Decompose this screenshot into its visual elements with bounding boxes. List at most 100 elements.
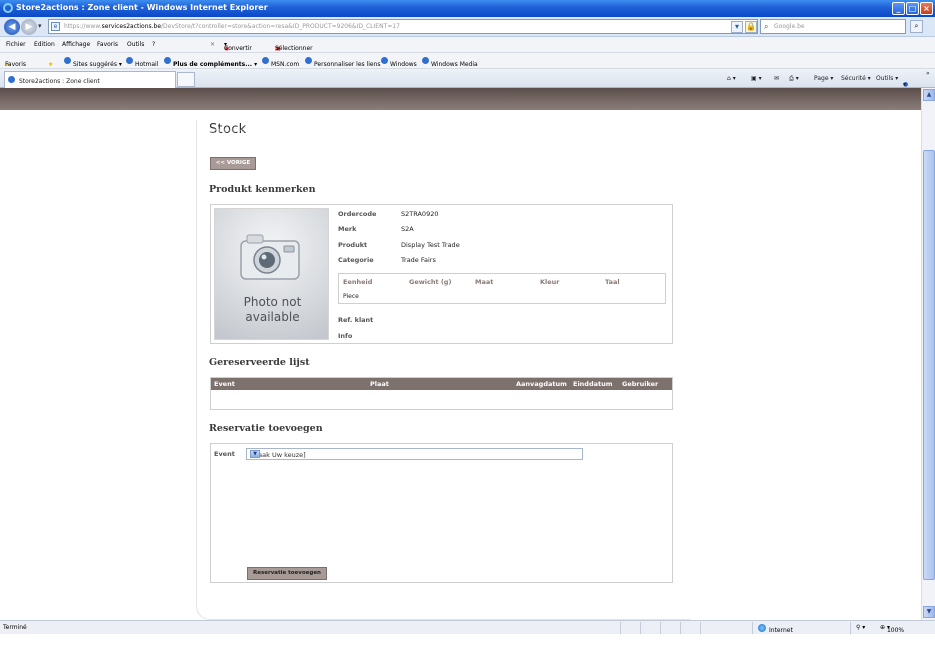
category-value: Trade Fairs bbox=[401, 256, 436, 264]
title-bar: Store2actions : Zone client - Windows In… bbox=[0, 0, 935, 17]
product-label: Produkt bbox=[338, 241, 368, 249]
menu-tools[interactable]: Outils bbox=[127, 41, 144, 48]
lock-icon[interactable]: 🔒 bbox=[745, 21, 757, 33]
tab-bar: Store2actions : Zone client ⌂ ▾ ▣ ▾ ✉ ⎙ … bbox=[0, 69, 935, 88]
address-bar: ◀ ▶ ▾ e https://www.services2actions.be/… bbox=[0, 17, 935, 37]
search-icon: ⌕ bbox=[764, 22, 769, 31]
info-label: Info bbox=[338, 332, 353, 340]
vertical-scrollbar[interactable]: ▲ ▼ bbox=[921, 88, 935, 620]
section-product-heading: Produkt kenmerken bbox=[209, 184, 316, 195]
feeds-icon[interactable]: ▣ ▾ bbox=[751, 75, 762, 82]
scroll-thumb[interactable] bbox=[923, 150, 935, 580]
photo-not-available-text: Photo not available bbox=[243, 295, 302, 324]
globe-icon bbox=[758, 624, 766, 632]
tab-label: Store2actions : Zone client bbox=[19, 78, 100, 85]
col-event: Event bbox=[214, 380, 235, 388]
toolbar-overflow-icon[interactable]: » bbox=[926, 70, 930, 77]
security-zone[interactable]: Internet bbox=[758, 624, 793, 634]
spec-header-size: Maat bbox=[475, 278, 494, 286]
menu-edit[interactable]: Edition bbox=[34, 41, 55, 48]
tools-menu[interactable]: Outils ▾ bbox=[876, 75, 898, 82]
maximize-button[interactable]: □ bbox=[906, 2, 919, 15]
below-window-area bbox=[0, 634, 935, 671]
security-menu[interactable]: Sécurité ▾ bbox=[841, 75, 871, 82]
search-input[interactable]: ⌕ Google.be bbox=[760, 19, 906, 34]
url-dropdown-icon[interactable]: ▾ bbox=[731, 21, 743, 33]
col-plaat: Plaat bbox=[370, 380, 389, 388]
search-placeholder: Google.be bbox=[774, 23, 805, 30]
fav-link-addons[interactable]: Plus de compléments... ▾ bbox=[164, 57, 257, 68]
spec-header-unit: Eenheid bbox=[343, 278, 373, 286]
favorites-bar: ★ Favoris ★ Sites suggérés ▾ Hotmail Plu… bbox=[0, 53, 935, 69]
spec-header-color: Kleur bbox=[540, 278, 560, 286]
page-viewport: Stock Stock << VORIGE Produkt kenmerken … bbox=[0, 88, 921, 620]
ref-client-label: Ref. klant bbox=[338, 316, 374, 324]
new-tab-button[interactable] bbox=[177, 72, 195, 87]
close-toolbar-icon[interactable]: ✕ bbox=[210, 41, 215, 48]
spec-value-unit: Piece bbox=[343, 293, 359, 300]
status-bar: Terminé Internet ⚲ ▾ ⊕ 100% ▾ bbox=[0, 620, 935, 634]
previous-button[interactable]: << VORIGE bbox=[210, 157, 256, 170]
chevron-down-icon[interactable]: ▼ bbox=[250, 450, 260, 458]
site-header-band bbox=[0, 88, 921, 110]
zoom-level[interactable]: ⊕ 100% ▾ bbox=[880, 624, 904, 634]
search-go-button[interactable]: ⌕ bbox=[910, 20, 923, 33]
back-button[interactable]: ◀ bbox=[4, 19, 20, 35]
page-content: Stock Stock << VORIGE Produkt kenmerken … bbox=[0, 110, 921, 620]
product-value: Display Test Trade bbox=[401, 241, 460, 249]
spec-header-weight: Gewicht (g) bbox=[409, 278, 452, 286]
section-add-heading: Reservatie toevoegen bbox=[209, 423, 323, 434]
brand-label: Merk bbox=[338, 225, 357, 233]
convert-button[interactable]: ◉ Convertir ▾ bbox=[224, 41, 252, 52]
col-start-date: Aanvagdatum bbox=[516, 380, 567, 388]
menu-file[interactable]: Fichier bbox=[6, 41, 26, 48]
status-text: Terminé bbox=[3, 624, 27, 631]
close-button[interactable]: × bbox=[920, 2, 933, 15]
forward-button[interactable]: ▶ bbox=[21, 19, 37, 35]
url-field[interactable]: e https://www.services2actions.be/DevSto… bbox=[48, 19, 801, 34]
product-panel: Photo not available Ordercode S2TRA0920 … bbox=[210, 204, 673, 344]
ordercode-value: S2TRA0920 bbox=[401, 210, 439, 218]
window-title: Store2actions : Zone client - Windows In… bbox=[16, 3, 268, 12]
fav-link-hotmail[interactable]: Hotmail bbox=[126, 57, 158, 68]
add-reservation-panel: Event [Maak Uw keuze] ▼ Reservatie toevo… bbox=[210, 443, 673, 583]
protected-mode-icon[interactable]: ⚲ ▾ bbox=[856, 624, 865, 631]
reserved-list-header: Event Plaat Aanvagdatum Einddatum Gebrui… bbox=[211, 378, 672, 390]
brand-value: S2A bbox=[401, 225, 414, 233]
history-dropdown-icon[interactable]: ▾ bbox=[38, 22, 42, 30]
col-user: Gebruiker bbox=[622, 380, 659, 388]
reserved-list-panel: Event Plaat Aanvagdatum Einddatum Gebrui… bbox=[210, 377, 673, 410]
menu-help[interactable]: ? bbox=[152, 41, 155, 48]
product-photo: Photo not available bbox=[214, 208, 329, 340]
tab-page-icon bbox=[8, 76, 15, 83]
fav-link-windows-media[interactable]: Windows Media bbox=[422, 57, 478, 68]
spec-table: Eenheid Gewicht (g) Maat Kleur Taal Piec… bbox=[338, 273, 666, 304]
event-label: Event bbox=[214, 450, 235, 458]
col-end-date: Einddatum bbox=[573, 380, 613, 388]
print-icon[interactable]: ⎙ ▾ bbox=[789, 75, 799, 83]
spec-header-language: Taal bbox=[605, 278, 620, 286]
fav-link-msn[interactable]: MSN.com bbox=[262, 57, 299, 68]
page-menu[interactable]: Page ▾ bbox=[814, 75, 833, 82]
menu-bar: Fichier Edition Affichage Favoris Outils… bbox=[0, 37, 935, 53]
category-label: Categorie bbox=[338, 256, 374, 264]
menu-view[interactable]: Affichage bbox=[62, 41, 90, 48]
event-select[interactable]: [Maak Uw keuze] ▼ bbox=[246, 448, 583, 460]
home-icon[interactable]: ⌂ ▾ bbox=[727, 75, 736, 82]
scroll-up-icon[interactable]: ▲ bbox=[923, 89, 935, 101]
page-title-reflection: Stock bbox=[209, 126, 245, 135]
page-icon: e bbox=[51, 22, 60, 31]
fav-link-customize[interactable]: Personnaliser les liens bbox=[305, 57, 381, 68]
fav-link-suggested[interactable]: Sites suggérés ▾ bbox=[64, 57, 122, 68]
minimize-button[interactable]: _ bbox=[892, 2, 905, 15]
url-text: https://www.services2actions.be/DevStore… bbox=[64, 23, 400, 30]
fav-link-windows[interactable]: Windows bbox=[381, 57, 417, 68]
section-reserved-heading: Gereserveerde lijst bbox=[209, 357, 310, 368]
menu-favorites[interactable]: Favoris bbox=[97, 41, 118, 48]
add-reservation-button[interactable]: Reservatie toevoegen bbox=[247, 567, 327, 580]
mail-icon[interactable]: ✉ bbox=[774, 75, 779, 82]
ie-logo-icon bbox=[3, 3, 13, 13]
tab-store2actions[interactable]: Store2actions : Zone client bbox=[4, 71, 176, 88]
camera-icon bbox=[240, 234, 300, 280]
scroll-down-icon[interactable]: ▼ bbox=[923, 606, 935, 618]
